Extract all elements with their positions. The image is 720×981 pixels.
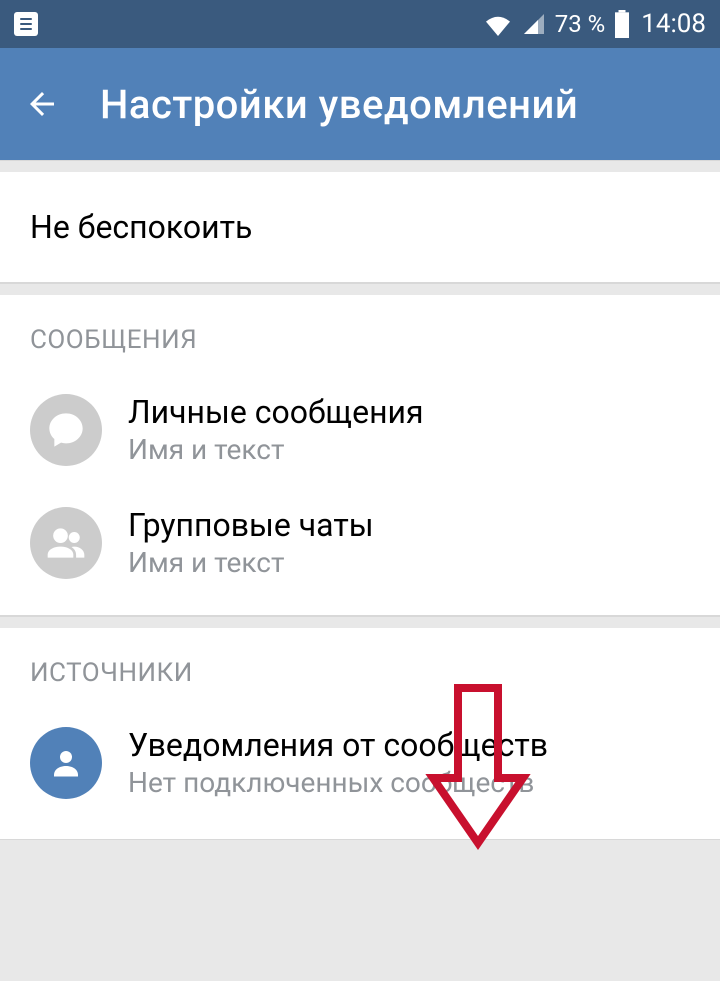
personal-messages-text: Личные сообщения Имя и текст bbox=[128, 393, 424, 466]
app-bar: Настройки уведомлений bbox=[0, 48, 720, 160]
group-chats-subtitle: Имя и текст bbox=[128, 546, 374, 579]
menu-icon bbox=[14, 12, 38, 36]
messages-header: СООБЩЕНИЯ bbox=[0, 295, 720, 373]
status-left bbox=[14, 12, 38, 36]
battery-icon bbox=[613, 10, 631, 38]
sources-header: ИСТОЧНИКИ bbox=[0, 628, 720, 706]
personal-messages-item[interactable]: Личные сообщения Имя и текст bbox=[0, 373, 720, 486]
community-notifications-subtitle: Нет подключенных сообществ bbox=[128, 766, 548, 799]
group-chats-text: Групповые чаты Имя и текст bbox=[128, 506, 374, 579]
community-notifications-item[interactable]: Уведомления от сообществ Нет подключенны… bbox=[0, 706, 720, 819]
wifi-icon bbox=[483, 12, 513, 36]
personal-messages-title: Личные сообщения bbox=[128, 393, 424, 431]
do-not-disturb-section: Не беспокоить bbox=[0, 172, 720, 283]
back-button[interactable] bbox=[24, 86, 60, 122]
status-time: 14:08 bbox=[641, 9, 706, 39]
signal-icon bbox=[521, 12, 547, 36]
battery-percent: 73 % bbox=[555, 10, 606, 38]
status-right: 73 % 14:08 bbox=[483, 9, 706, 39]
do-not-disturb-item[interactable]: Не беспокоить bbox=[0, 172, 720, 282]
chat-bubble-icon bbox=[30, 394, 102, 466]
content: Не беспокоить СООБЩЕНИЯ Личные сообщения… bbox=[0, 160, 720, 840]
sources-section: ИСТОЧНИКИ Уведомления от сообществ Нет п… bbox=[0, 628, 720, 840]
community-notifications-text: Уведомления от сообществ Нет подключенны… bbox=[128, 726, 548, 799]
status-bar: 73 % 14:08 bbox=[0, 0, 720, 48]
community-notifications-title: Уведомления от сообществ bbox=[128, 726, 548, 764]
person-icon bbox=[30, 727, 102, 799]
page-title: Настройки уведомлений bbox=[100, 81, 578, 128]
group-chats-item[interactable]: Групповые чаты Имя и текст bbox=[0, 486, 720, 599]
messages-section: СООБЩЕНИЯ Личные сообщения Имя и текст bbox=[0, 295, 720, 616]
personal-messages-subtitle: Имя и текст bbox=[128, 433, 424, 466]
group-chats-title: Групповые чаты bbox=[128, 506, 374, 544]
do-not-disturb-label: Не беспокоить bbox=[30, 208, 252, 246]
group-icon bbox=[30, 507, 102, 579]
